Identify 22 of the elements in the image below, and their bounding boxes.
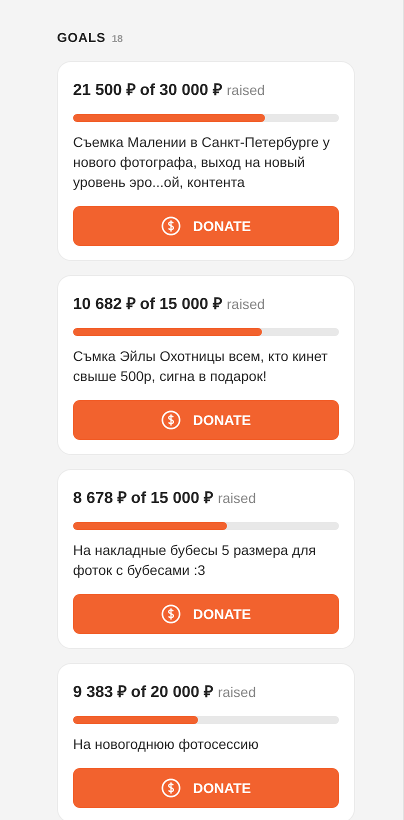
raised-label: raised (218, 490, 256, 506)
donate-button[interactable]: DONATE (73, 206, 339, 246)
goal-amount: 10 682 ₽ of 15 000 ₽ (73, 295, 222, 314)
goal-description: На накладные бубесы 5 размера для фоток с бубесами :3 (73, 541, 317, 580)
coin-icon (160, 216, 181, 236)
section-title: GOALS (57, 30, 106, 45)
goal-amount: 8 678 ₽ of 15 000 ₽ (73, 489, 213, 508)
coin-icon (160, 778, 181, 798)
goal-count: 18 (112, 34, 123, 45)
raised-label: raised (218, 684, 256, 700)
coin-icon (160, 410, 181, 430)
coin-icon (160, 604, 181, 624)
raised-label: raised (226, 296, 265, 312)
donate-button[interactable]: DONATE (73, 768, 339, 808)
goal-amount: 21 500 ₽ of 30 000 ₽ (73, 81, 222, 100)
goal-description: Съемка Малении в Санкт-Петербурге у нового фотографа, выход на новый уровень эро...ой, контента (73, 133, 331, 192)
goal-description: На новогоднюю фотосессию (73, 735, 260, 754)
goal-amount: 9 383 ₽ of 20 000 ₽ (73, 683, 213, 702)
donate-button[interactable]: DONATE (73, 594, 339, 634)
raised-label: raised (226, 82, 265, 98)
donate-button[interactable]: DONATE (73, 400, 339, 440)
goal-description: Съмка Эйлы Охотницы всем, кто кинет свыше 500р, сигна в подарок! (73, 347, 329, 386)
